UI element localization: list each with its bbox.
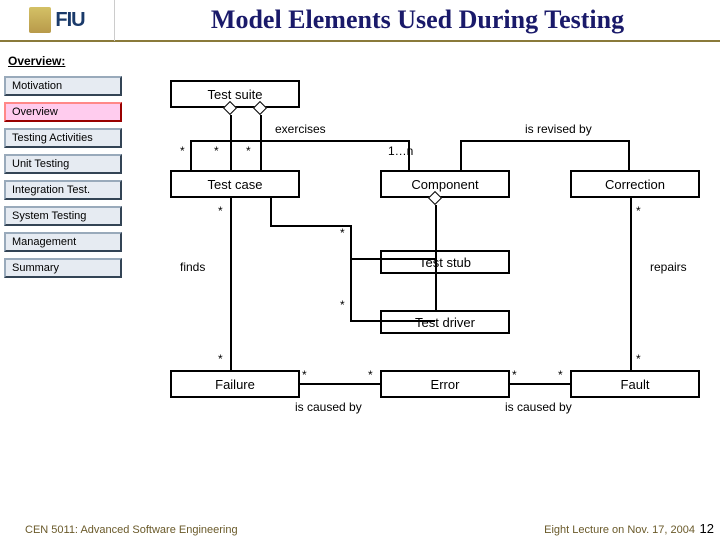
box-test-stub: Test stub <box>380 250 510 274</box>
label-is-revised-by: is revised by <box>525 122 592 136</box>
nav-management[interactable]: Management <box>4 232 122 252</box>
diagram-canvas: Test suite Test case Component Correctio… <box>130 60 715 510</box>
logo-badge-icon <box>29 7 51 33</box>
nav-motivation[interactable]: Motivation <box>4 76 122 96</box>
connector <box>190 140 410 142</box>
connector <box>510 383 570 385</box>
logo-text: FIU <box>55 9 84 32</box>
mult-star: * <box>340 298 345 312</box>
connector <box>190 140 192 170</box>
connector <box>460 140 462 170</box>
mult-star: * <box>340 226 345 240</box>
box-test-driver: Test driver <box>380 310 510 334</box>
label-exercises: exercises <box>275 122 326 136</box>
label-finds: finds <box>180 260 205 274</box>
mult-star: * <box>246 144 251 158</box>
connector <box>350 225 352 322</box>
connector <box>350 320 435 322</box>
page-title: Model Elements Used During Testing <box>115 5 720 35</box>
nav-testing-activities[interactable]: Testing Activities <box>4 128 122 148</box>
logo: FIU <box>0 0 115 41</box>
mult-one-n: 1…n <box>388 144 413 158</box>
connector <box>270 198 272 226</box>
connector <box>630 198 632 370</box>
label-is-caused-by: is caused by <box>295 400 362 414</box>
box-fault: Fault <box>570 370 700 398</box>
sidebar-section-title: Overview: <box>8 54 128 68</box>
mult-star: * <box>302 368 307 382</box>
nav-unit-testing[interactable]: Unit Testing <box>4 154 122 174</box>
nav-overview[interactable]: Overview <box>4 102 122 122</box>
nav-integration-test[interactable]: Integration Test. <box>4 180 122 200</box>
connector <box>350 258 435 260</box>
page-number: 12 <box>700 521 714 536</box>
footer-right: Eight Lecture on Nov. 17, 2004 <box>544 524 695 536</box>
box-correction: Correction <box>570 170 700 198</box>
box-error: Error <box>380 370 510 398</box>
label-repairs: repairs <box>650 260 687 274</box>
footer: CEN 5011: Advanced Software Engineering … <box>0 524 720 536</box>
footer-left: CEN 5011: Advanced Software Engineering <box>25 524 238 536</box>
box-failure: Failure <box>170 370 300 398</box>
mult-star: * <box>180 144 185 158</box>
connector <box>460 140 630 142</box>
mult-star: * <box>558 368 563 382</box>
nav-summary[interactable]: Summary <box>4 258 122 278</box>
box-test-case: Test case <box>170 170 300 198</box>
connector <box>230 198 232 370</box>
mult-star: * <box>218 204 223 218</box>
connector <box>435 205 437 310</box>
nav-system-testing[interactable]: System Testing <box>4 206 122 226</box>
label-is-caused-by: is caused by <box>505 400 572 414</box>
sidebar: Overview: Motivation Overview Testing Ac… <box>0 54 128 284</box>
mult-star: * <box>368 368 373 382</box>
connector <box>628 140 630 170</box>
box-component: Component <box>380 170 510 198</box>
mult-star: * <box>214 144 219 158</box>
mult-star: * <box>512 368 517 382</box>
mult-star: * <box>218 352 223 366</box>
connector <box>260 115 262 170</box>
connector <box>230 115 232 170</box>
mult-star: * <box>636 352 641 366</box>
mult-star: * <box>636 204 641 218</box>
header: FIU Model Elements Used During Testing <box>0 0 720 42</box>
connector <box>300 383 380 385</box>
box-test-suite: Test suite <box>170 80 300 108</box>
